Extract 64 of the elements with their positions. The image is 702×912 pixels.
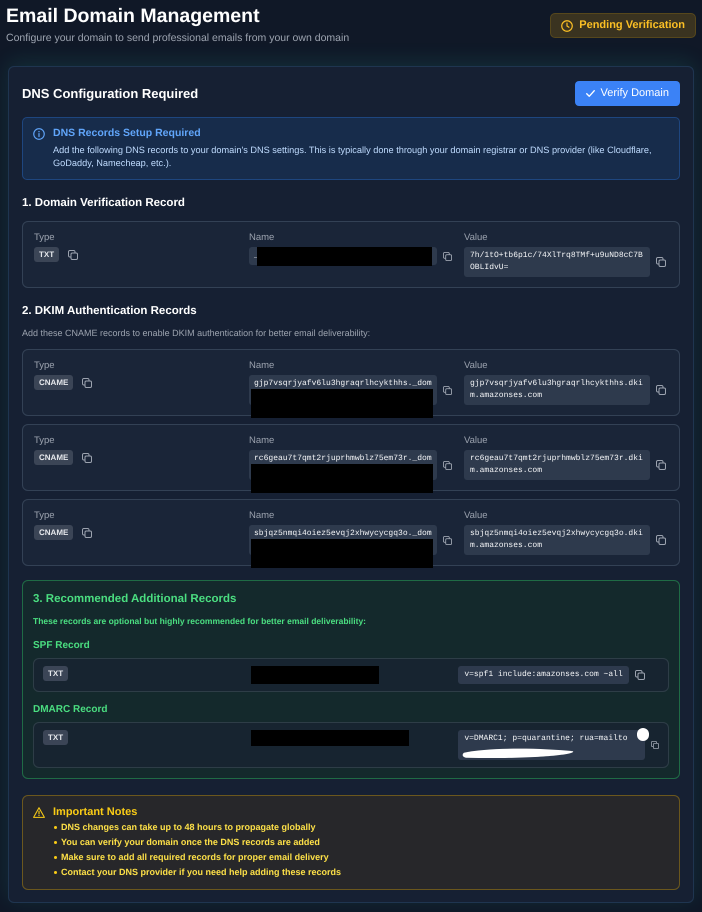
record-value: rc6geau7t7qmt2rjuprhmwblz75em73r.dkim.amazonses.com [464, 450, 650, 480]
note-text: Contact your DNS provider if you need help adding these records [61, 866, 342, 879]
warning-icon [33, 807, 45, 818]
note-text: Make sure to add all required records for proper email delivery [61, 851, 329, 864]
copy-icon[interactable] [82, 528, 92, 538]
check-icon [586, 90, 595, 97]
page-subtitle: Configure your domain to send professional emails from your own domain [6, 31, 350, 45]
record-heading: DMARC Record [33, 703, 108, 717]
notes-title: Important Notes [53, 805, 138, 820]
field-label: Type [34, 435, 56, 447]
note-text: You can verify your domain once the DNS records are added [61, 836, 320, 849]
clock-icon [561, 20, 574, 32]
card-title: DNS Configuration Required [22, 86, 198, 102]
record-value: gjp7vsqrjyafv6lu3hgraqrlhcykthhs.dkim.amazonses.com [464, 375, 650, 405]
record-type-badge: CNAME [34, 525, 74, 540]
section-title: 3. Recommended Additional Records [33, 592, 238, 607]
field-label: Name [249, 360, 276, 372]
bullet-icon [54, 826, 57, 829]
copy-icon[interactable] [82, 452, 92, 462]
copy-icon[interactable] [443, 386, 452, 394]
record-type-badge: TXT [34, 247, 60, 262]
record-value: v=spf1 include:amazonses.com ~all [458, 666, 629, 684]
status-label: Pending Verification [579, 18, 685, 34]
bullet-icon [54, 856, 57, 859]
info-text: Add the following DNS records to your domain's DNS settings. This is typically done through your domain registrar or DNS provider (like Cloudflare, GoDaddy, Namecheap, etc.). [53, 144, 653, 170]
page-title: Email Domain Management [6, 4, 261, 28]
verify-domain-button[interactable]: Verify Domain [574, 81, 680, 106]
field-label: Name [249, 232, 276, 244]
field-label: Value [464, 510, 489, 522]
record-type-badge: TXT [43, 730, 68, 745]
note-text: DNS changes can take up to 48 hours to propagate globally [61, 821, 316, 834]
copy-icon[interactable] [82, 378, 92, 388]
record-heading: SPF Record [33, 639, 91, 653]
copy-icon[interactable] [443, 252, 452, 260]
copy-icon[interactable] [656, 257, 666, 267]
section-title: 2. DKIM Authentication Records [22, 304, 198, 319]
copy-icon[interactable] [443, 536, 452, 544]
field-label: Type [34, 232, 56, 244]
section-title: 1. Domain Verification Record [22, 196, 186, 211]
copy-icon[interactable] [68, 250, 78, 260]
copy-icon[interactable] [656, 535, 666, 545]
field-label: Value [464, 435, 489, 447]
copy-icon[interactable] [656, 460, 666, 470]
field-label: Type [34, 360, 56, 372]
field-label: Type [34, 510, 56, 522]
record-value: sbjqz5nmqi4oiez5evqj2xhwycycgq3o.dkim.amazonses.com [464, 525, 650, 555]
copy-icon[interactable] [656, 385, 666, 395]
copy-icon[interactable] [443, 460, 452, 470]
record-type-badge: CNAME [34, 450, 74, 465]
info-icon [33, 128, 45, 140]
info-title: DNS Records Setup Required [53, 127, 202, 140]
record-value: 7h/1tO+tb6p1c/74XlTrq8TMf+u9uND8cC7BOBLIdvU= [464, 247, 650, 277]
copy-icon[interactable] [634, 670, 645, 680]
field-label: Name [249, 435, 276, 447]
record-type-badge: TXT [43, 666, 68, 681]
record-type-badge: CNAME [34, 375, 74, 390]
section-description: Add these CNAME records to enable DKIM authentication for better email deliverability: [22, 327, 372, 340]
copy-icon[interactable] [650, 741, 659, 749]
bullet-icon [54, 871, 57, 874]
field-label: Name [249, 510, 276, 522]
bullet-icon [54, 841, 57, 844]
field-label: Value [464, 232, 489, 244]
field-label: Value [464, 360, 489, 372]
section-description: These records are optional but highly recommended for better email deliverability: [33, 615, 367, 628]
